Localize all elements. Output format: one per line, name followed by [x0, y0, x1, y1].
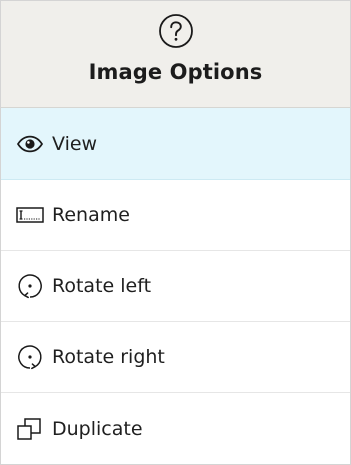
rotate-left-icon [15, 271, 45, 301]
rotate-right-icon [15, 342, 45, 372]
menu-item-label: Rename [52, 204, 130, 226]
menu-item-view[interactable]: View [1, 108, 350, 180]
page-title: Image Options [88, 60, 263, 84]
menu-item-duplicate[interactable]: Duplicate [1, 393, 350, 464]
image-options-panel: Image Options View Rename Rotate left Ro… [0, 0, 351, 465]
menu-item-label: Rotate left [52, 275, 152, 297]
duplicate-icon [15, 414, 45, 444]
menu-item-label: View [52, 132, 98, 155]
eye-icon [15, 129, 45, 159]
menu-item-rotate-left[interactable]: Rotate left [1, 251, 350, 322]
menu-item-rotate-right[interactable]: Rotate right [1, 322, 350, 393]
question-circle-icon[interactable] [158, 13, 194, 49]
rename-field-icon [15, 200, 45, 230]
menu-item-label: Rotate right [52, 346, 165, 368]
panel-header: Image Options [1, 1, 350, 108]
options-menu: View Rename Rotate left Rotate right Dup… [1, 108, 350, 464]
menu-item-label: Duplicate [52, 417, 143, 440]
menu-item-rename[interactable]: Rename [1, 180, 350, 251]
